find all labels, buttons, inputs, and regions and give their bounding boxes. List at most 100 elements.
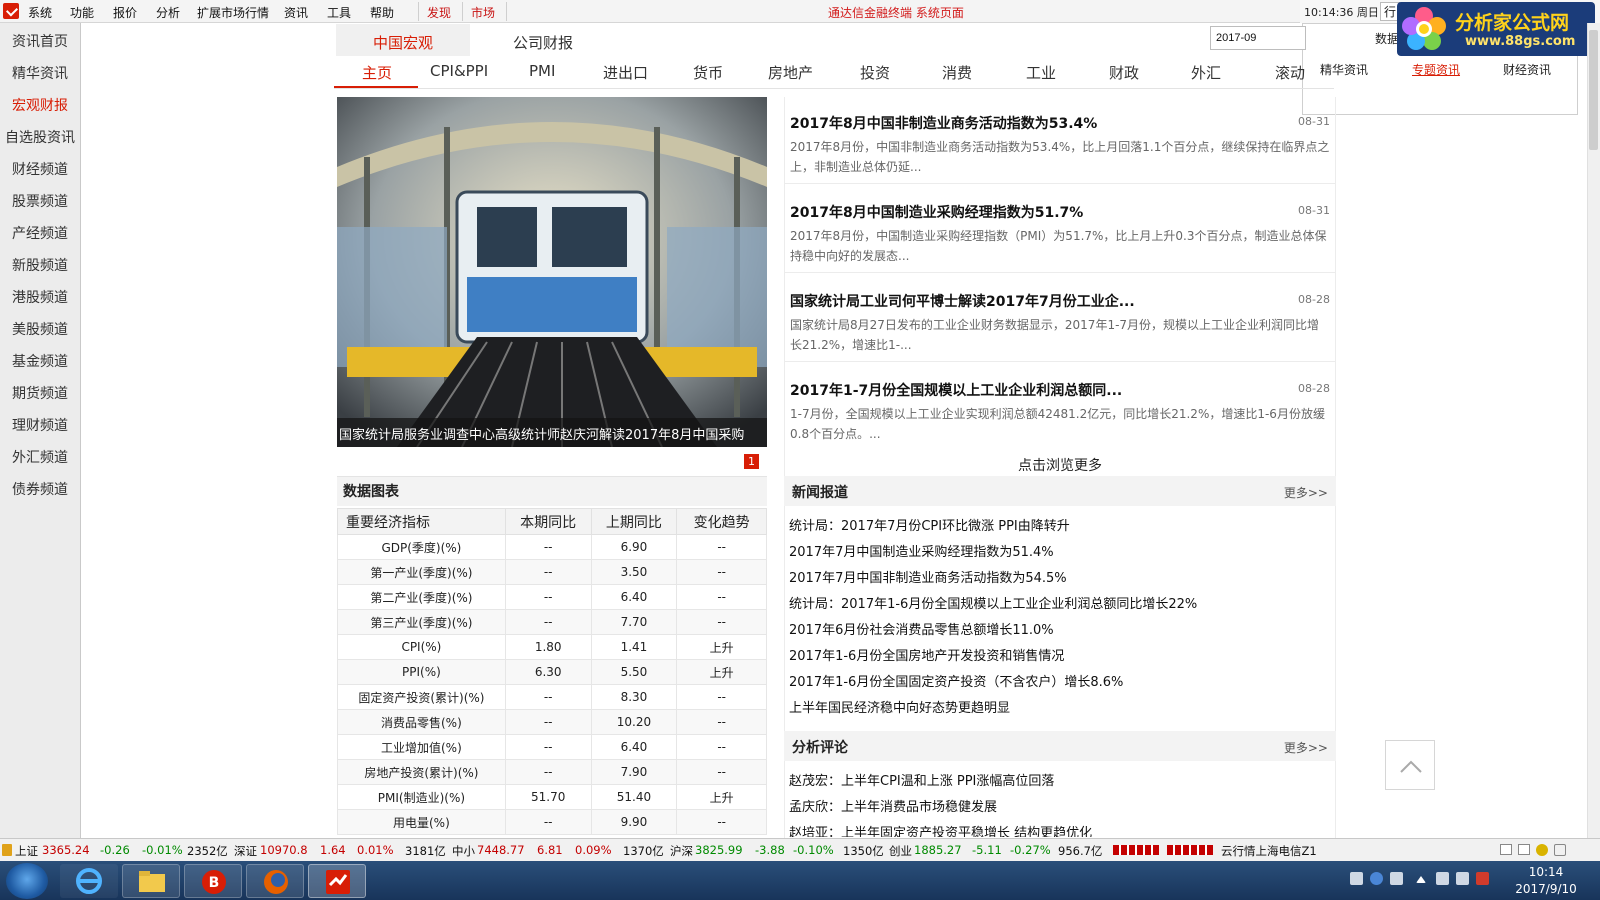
sidebar-item-watchlist-news[interactable]: 自选股资讯 bbox=[0, 127, 80, 147]
subtab-fiscal[interactable]: 财政 bbox=[1109, 62, 1139, 83]
list-item[interactable]: 上半年国民经济稳中向好态势更趋明显 bbox=[789, 697, 1010, 716]
menu-function[interactable]: 功能 bbox=[70, 4, 94, 21]
popup-tab-essential[interactable]: 精华资讯 bbox=[1320, 61, 1368, 78]
ticker-index-name[interactable]: 深证 bbox=[234, 843, 257, 859]
sidebar-item-fund-channel[interactable]: 基金频道 bbox=[0, 351, 80, 371]
subtab-industry[interactable]: 工业 bbox=[1026, 62, 1056, 83]
ticker-index-name[interactable]: 上证 bbox=[15, 843, 38, 859]
subtab-cpi-ppi[interactable]: CPI&PPI bbox=[430, 62, 488, 80]
window-icon[interactable] bbox=[1518, 844, 1530, 855]
show-hidden-icons-icon[interactable] bbox=[1416, 876, 1426, 883]
subtab-home[interactable]: 主页 bbox=[362, 62, 392, 83]
sidebar-item-forex-channel[interactable]: 外汇频道 bbox=[0, 447, 80, 467]
sidebar-item-stock-channel[interactable]: 股票频道 bbox=[0, 191, 80, 211]
ticker-index-name[interactable]: 沪深 bbox=[670, 843, 693, 859]
popup-tab-finance[interactable]: 财经资讯 bbox=[1503, 61, 1551, 78]
news-section-more-link[interactable]: 更多>> bbox=[1284, 484, 1328, 501]
subtab-forex[interactable]: 外汇 bbox=[1191, 62, 1221, 83]
subtab-currency[interactable]: 货币 bbox=[693, 62, 723, 83]
news-title[interactable]: 2017年8月中国非制造业商务活动指数为53.4% bbox=[790, 113, 1097, 133]
flag-tray-icon[interactable] bbox=[1390, 872, 1403, 885]
taskbar-date[interactable]: 2017/9/10 bbox=[1506, 882, 1586, 896]
sidebar-item-wealth-channel[interactable]: 理财频道 bbox=[0, 415, 80, 435]
sidebar-item-news-home[interactable]: 资讯首页 bbox=[0, 31, 80, 51]
coin-icon[interactable] bbox=[1536, 844, 1548, 856]
list-item[interactable]: 赵茂宏：上半年CPI温和上涨 PPI涨幅高位回落 bbox=[789, 770, 1054, 789]
ticker-menu-icon[interactable] bbox=[2, 844, 12, 856]
featured-news-item[interactable]: 国家统计局工业司何平博士解读2017年7月份工业企... 08-28 国家统计局… bbox=[784, 275, 1336, 362]
table-row: 工业增加值(%) -- 6.40 -- bbox=[337, 734, 767, 760]
subtab-pmi[interactable]: PMI bbox=[529, 62, 555, 80]
ie-taskbar-icon[interactable] bbox=[60, 864, 118, 898]
subtab-consumption[interactable]: 消费 bbox=[942, 62, 972, 83]
volume-tray-icon[interactable] bbox=[1436, 872, 1449, 885]
menu-help[interactable]: 帮助 bbox=[370, 4, 394, 21]
featured-news-item[interactable]: 2017年8月中国非制造业商务活动指数为53.4% 08-31 2017年8月份… bbox=[784, 97, 1336, 184]
slide-indicator[interactable]: 1 bbox=[744, 454, 759, 469]
list-item[interactable]: 2017年7月中国制造业采购经理指数为51.4% bbox=[789, 541, 1054, 560]
news-photo[interactable] bbox=[337, 97, 767, 447]
scrollbar-thumb[interactable] bbox=[1589, 30, 1598, 150]
ticker-index-name[interactable]: 中小 bbox=[452, 843, 475, 859]
subtab-import-export[interactable]: 进出口 bbox=[603, 62, 648, 83]
list-item[interactable]: 统计局：2017年7月份CPI环比微涨 PPI由降转升 bbox=[789, 515, 1070, 534]
firefox-taskbar-icon[interactable] bbox=[246, 864, 304, 898]
network-tray-icon[interactable] bbox=[1456, 872, 1469, 885]
list-item[interactable]: 2017年1-6月份全国固定资产投资（不含农户）增长8.6% bbox=[789, 671, 1123, 690]
sidebar-item-industry-channel[interactable]: 产经频道 bbox=[0, 223, 80, 243]
tdx-taskbar-icon[interactable] bbox=[308, 864, 366, 898]
sidebar-item-finance-channel[interactable]: 财经频道 bbox=[0, 159, 80, 179]
help-tray-icon[interactable] bbox=[1370, 872, 1383, 885]
date-input[interactable] bbox=[1210, 26, 1306, 50]
analysis-section-more-link[interactable]: 更多>> bbox=[1284, 739, 1328, 756]
menu-extended-market[interactable]: 扩展市场行情 bbox=[197, 4, 269, 21]
cell-indicator: PPI(%) bbox=[337, 659, 506, 685]
menu-system[interactable]: 系统 bbox=[28, 4, 52, 21]
layout-icon[interactable] bbox=[1500, 844, 1512, 855]
news-title[interactable]: 2017年8月中国制造业采购经理指数为51.7% bbox=[790, 202, 1083, 222]
isp-label[interactable]: 云行情上海电信Z1 bbox=[1221, 843, 1317, 859]
featured-news-item[interactable]: 2017年8月中国制造业采购经理指数为51.7% 08-31 2017年8月份，… bbox=[784, 186, 1336, 273]
menu-tools[interactable]: 工具 bbox=[327, 4, 351, 21]
subtab-rolling[interactable]: 滚动 bbox=[1275, 62, 1305, 83]
ticker-index-name[interactable]: 创业 bbox=[889, 843, 912, 859]
sidebar-item-essential[interactable]: 精华资讯 bbox=[0, 63, 80, 83]
tab-company-reports[interactable]: 公司财报 bbox=[513, 32, 573, 53]
featured-news-item[interactable]: 2017年1-7月份全国规模以上工业企业利润总额同... 08-28 1-7月份… bbox=[784, 364, 1336, 451]
list-item[interactable]: 2017年1-6月份全国房地产开发投资和销售情况 bbox=[789, 645, 1064, 664]
popup-tab-special[interactable]: 专题资讯 bbox=[1412, 61, 1460, 78]
start-button-icon[interactable] bbox=[6, 863, 48, 899]
action-center-tray-icon[interactable] bbox=[1476, 872, 1489, 885]
taskbar-time[interactable]: 10:14 bbox=[1506, 865, 1586, 879]
sidebar-item-hk-channel[interactable]: 港股频道 bbox=[0, 287, 80, 307]
browse-more-link[interactable]: 点击浏览更多 bbox=[784, 455, 1336, 475]
menu-market[interactable]: 市场 bbox=[471, 4, 495, 21]
menu-discover[interactable]: 发现 bbox=[427, 4, 451, 21]
sidebar-item-macro-reports[interactable]: 宏观财报 bbox=[0, 95, 80, 115]
sidebar-item-bond-channel[interactable]: 债券频道 bbox=[0, 479, 80, 499]
app-b-taskbar-icon[interactable]: B bbox=[184, 864, 242, 898]
news-title[interactable]: 2017年1-7月份全国规模以上工业企业利润总额同... bbox=[790, 380, 1122, 400]
back-to-top-button[interactable] bbox=[1385, 740, 1435, 790]
news-title[interactable]: 国家统计局工业司何平博士解读2017年7月份工业企... bbox=[790, 291, 1135, 311]
sidebar-item-futures-channel[interactable]: 期货频道 bbox=[0, 383, 80, 403]
photo-caption[interactable]: 国家统计局服务业调查中心高级统计师赵庆河解读2017年8月中国采购 bbox=[339, 424, 765, 443]
subtab-investment[interactable]: 投资 bbox=[860, 62, 890, 83]
sidebar-item-ipo-channel[interactable]: 新股频道 bbox=[0, 255, 80, 275]
menu-analysis[interactable]: 分析 bbox=[156, 4, 180, 21]
menu-news[interactable]: 资讯 bbox=[284, 4, 308, 21]
table-row: GDP(季度)(%) -- 6.90 -- bbox=[337, 534, 767, 560]
app-logo-icon[interactable] bbox=[3, 3, 19, 19]
list-item[interactable]: 2017年6月份社会消费品零售总额增长11.0% bbox=[789, 619, 1054, 638]
list-item[interactable]: 孟庆欣：上半年消费品市场稳健发展 bbox=[789, 796, 997, 815]
sidebar-item-us-channel[interactable]: 美股频道 bbox=[0, 319, 80, 339]
list-item[interactable]: 统计局：2017年1-6月份全国规模以上工业企业利润总额同比增长22% bbox=[789, 593, 1197, 612]
list-item[interactable]: 2017年7月中国非制造业商务活动指数为54.5% bbox=[789, 567, 1067, 586]
signal-icon[interactable] bbox=[1554, 844, 1566, 856]
tab-china-macro[interactable]: 中国宏观 bbox=[373, 32, 433, 53]
explorer-taskbar-icon[interactable] bbox=[122, 864, 180, 898]
menu-quote[interactable]: 报价 bbox=[113, 4, 137, 21]
subtab-real-estate[interactable]: 房地产 bbox=[768, 62, 813, 83]
keyboard-tray-icon[interactable] bbox=[1350, 872, 1363, 885]
list-item[interactable]: 赵培亚：上半年固定资产投资平稳增长 结构更趋优化 bbox=[789, 822, 1092, 837]
